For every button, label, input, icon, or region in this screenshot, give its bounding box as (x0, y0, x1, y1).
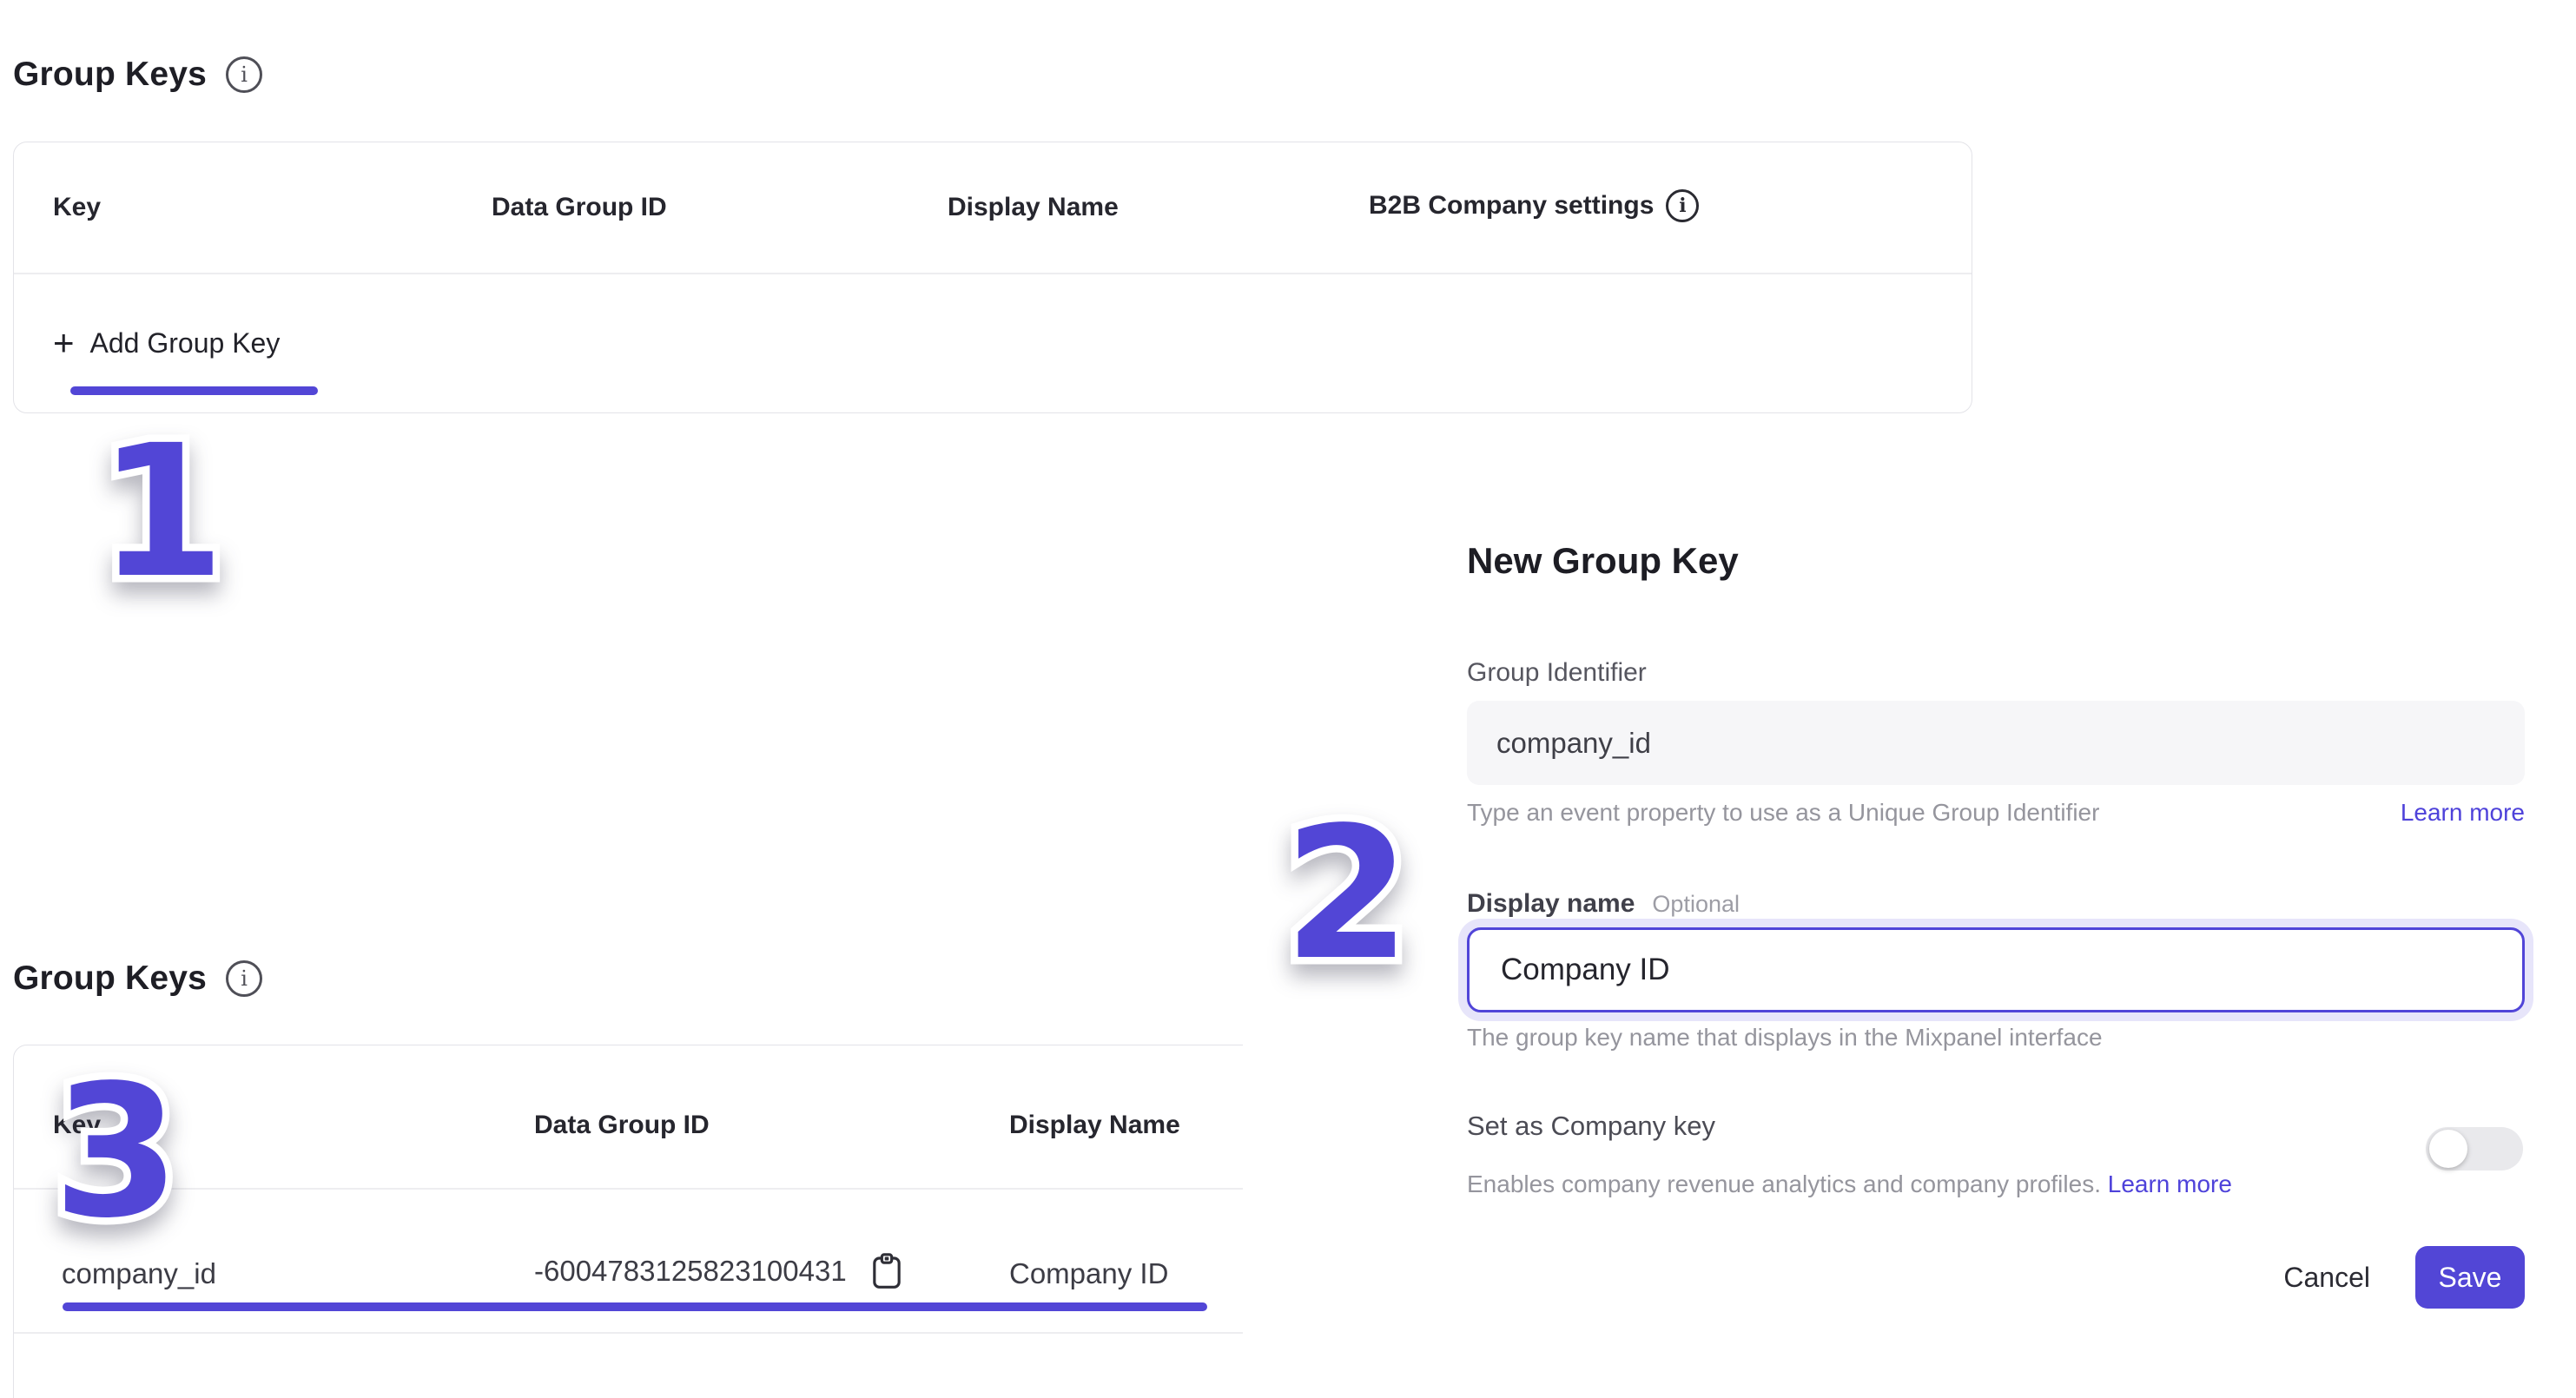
column-header-key: Key (53, 193, 101, 222)
cancel-button[interactable]: Cancel (2283, 1262, 2370, 1294)
info-icon[interactable]: i (226, 960, 262, 997)
column-header-display-name: Display Name (948, 193, 1119, 222)
step1-number: 1 (98, 421, 225, 603)
display-name-input[interactable] (1467, 927, 2525, 1012)
group-identifier-helper: Type an event property to use as a Uniqu… (1467, 799, 2099, 827)
add-group-key-label: Add Group Key (90, 327, 281, 359)
column-header-data-group-id: Data Group ID (492, 193, 667, 222)
company-key-toggle[interactable] (2426, 1127, 2523, 1170)
step2-number: 2 (1284, 803, 1410, 986)
b2b-header-label: B2B Company settings (1369, 191, 1654, 221)
step-annotation-2: 2 2 (1284, 803, 1410, 986)
row-data-group-id-cell: -6004783125823100431 (534, 1247, 904, 1296)
group-keys-heading-top: Group Keys i (13, 56, 262, 94)
optional-label: Optional (1652, 891, 1740, 918)
page-title: Group Keys (13, 56, 207, 94)
data-group-id-value: -6004783125823100431 (534, 1255, 847, 1288)
learn-more-link[interactable]: Learn more (2108, 1170, 2232, 1197)
step1-highlight-underline (70, 386, 318, 395)
table-header-divider (14, 1188, 1243, 1190)
step3-highlight-underline (63, 1302, 1207, 1311)
row-divider (14, 1332, 1243, 1334)
learn-more-link[interactable]: Learn more (2401, 799, 2525, 827)
display-name-label: Display name (1467, 889, 1635, 919)
column-header-display-name: Display Name (1009, 1111, 1180, 1140)
group-identifier-label: Group Identifier (1467, 658, 1647, 688)
dialog-title: New Group Key (1467, 540, 1739, 582)
row-display-name-cell: Company ID (1009, 1252, 1168, 1296)
group-identifier-input[interactable] (1467, 701, 2525, 785)
step3-number: 3 (53, 1061, 180, 1243)
info-icon[interactable]: i (226, 56, 262, 93)
set-company-key-label: Set as Company key (1467, 1111, 1715, 1142)
company-key-helper: Enables company revenue analytics and co… (1467, 1170, 2232, 1198)
group-keys-table-card: Key Data Group ID Display Name B2B Compa… (13, 142, 1972, 413)
save-button[interactable]: Save (2415, 1246, 2525, 1309)
group-identifier-helper-row: Type an event property to use as a Uniqu… (1467, 799, 2525, 827)
row-key-cell: company_id (62, 1252, 216, 1296)
page-title: Group Keys (13, 959, 207, 998)
copy-button[interactable] (869, 1251, 904, 1291)
copy-icon (869, 1251, 904, 1291)
plus-icon: + (53, 325, 75, 361)
info-icon[interactable]: i (1666, 189, 1699, 222)
step-annotation-1: 1 1 (98, 421, 225, 603)
dialog-actions: Cancel Save (2283, 1246, 2525, 1309)
toggle-knob (2429, 1130, 2467, 1168)
display-name-label-row: Display name Optional (1467, 889, 1740, 919)
company-key-helper-text: Enables company revenue analytics and co… (1467, 1170, 2101, 1197)
column-header-data-group-id: Data Group ID (534, 1111, 710, 1140)
group-keys-heading-bottom: Group Keys i (13, 959, 262, 998)
group-keys-result-clip: Key Data Group ID Display Name company_i… (13, 1045, 1243, 1398)
display-name-helper: The group key name that displays in the … (1467, 1024, 2103, 1052)
new-group-key-panel: New Group Key Group Identifier Type an e… (1467, 521, 2525, 1355)
table-header-divider (14, 273, 1972, 274)
add-group-key-button[interactable]: + Add Group Key (53, 325, 280, 361)
column-header-b2b: B2B Company settings i (1369, 189, 1699, 222)
group-keys-result-card: Key Data Group ID Display Name company_i… (13, 1045, 1243, 1398)
step-annotation-3: 3 3 (53, 1061, 180, 1243)
